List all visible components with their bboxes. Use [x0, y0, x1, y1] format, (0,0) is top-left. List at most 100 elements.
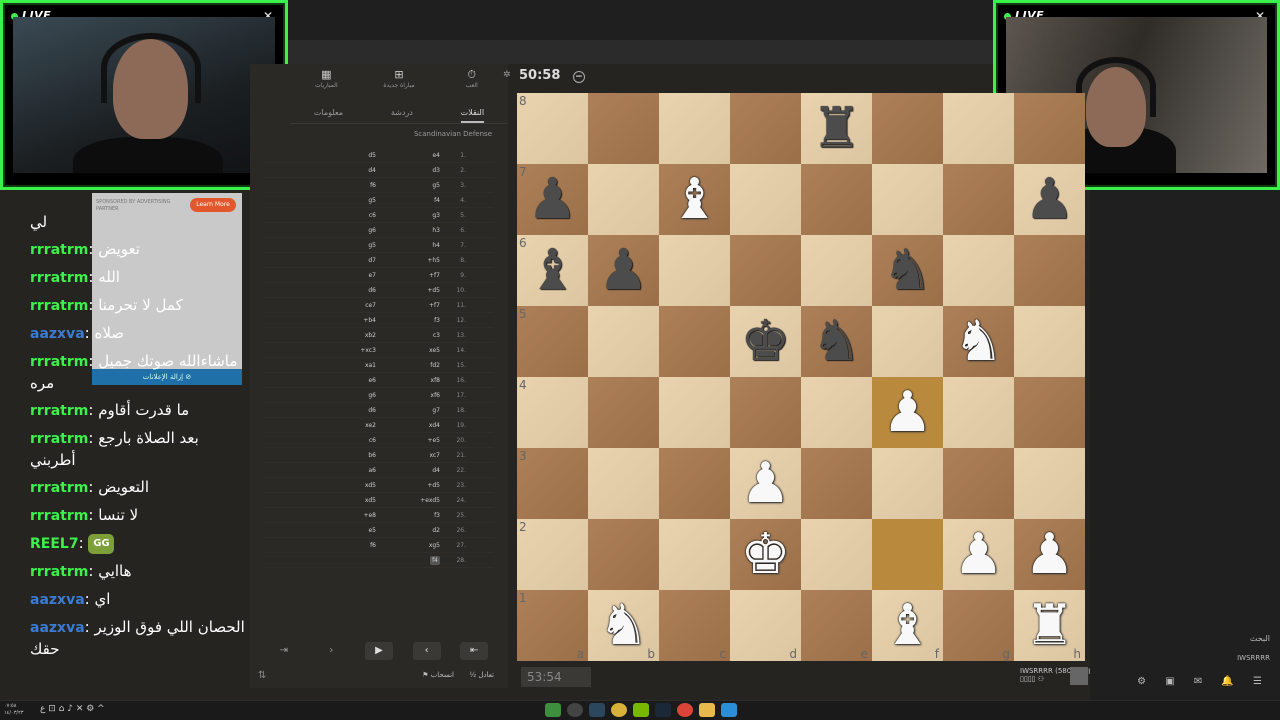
- white-move[interactable]: xg5: [380, 542, 444, 549]
- square-b3[interactable]: [588, 448, 659, 519]
- black-move[interactable]: ce7: [280, 302, 380, 309]
- last-move-button[interactable]: ⇥: [270, 642, 298, 660]
- chat-username[interactable]: aazxva: [30, 326, 85, 342]
- white-rook-icon[interactable]: ♜: [1024, 597, 1074, 654]
- square-c1[interactable]: c: [659, 590, 730, 661]
- white-bishop-icon[interactable]: ♝: [669, 171, 719, 228]
- chat-username[interactable]: rrratrm: [30, 242, 88, 258]
- white-move[interactable]: d3: [380, 167, 444, 174]
- square-h6[interactable]: [1014, 235, 1085, 306]
- toolbar-item[interactable]: ⏱ العب: [442, 68, 502, 100]
- square-e7[interactable]: [801, 164, 872, 235]
- square-a3[interactable]: 3: [517, 448, 588, 519]
- square-a6[interactable]: 6 ♝: [517, 235, 588, 306]
- square-e4[interactable]: [801, 377, 872, 448]
- square-g4[interactable]: [943, 377, 1014, 448]
- chat-username[interactable]: rrratrm: [30, 298, 88, 314]
- square-g1[interactable]: g: [943, 590, 1014, 661]
- black-move[interactable]: g5: [280, 242, 380, 249]
- square-f6[interactable]: ♞: [872, 235, 943, 306]
- white-move[interactable]: +f7: [380, 302, 444, 309]
- app-steam2-icon[interactable]: [655, 703, 671, 717]
- square-g2[interactable]: ♟: [943, 519, 1014, 590]
- square-f7[interactable]: [872, 164, 943, 235]
- chat-username[interactable]: rrratrm: [30, 403, 88, 419]
- remove-time-icon[interactable]: −: [572, 71, 585, 83]
- chat-username[interactable]: aazxva: [30, 620, 85, 636]
- toolbar-item[interactable]: ⊞ مباراة جديدة: [369, 68, 429, 100]
- square-d8[interactable]: [730, 93, 801, 164]
- app-play-icon[interactable]: [545, 703, 561, 717]
- black-move[interactable]: +e8: [280, 512, 380, 519]
- white-move[interactable]: f4: [380, 197, 444, 204]
- app-folder-icon[interactable]: [699, 703, 715, 717]
- black-knight-icon[interactable]: ♞: [811, 313, 861, 370]
- square-b7[interactable]: [588, 164, 659, 235]
- square-a2[interactable]: 2: [517, 519, 588, 590]
- white-king-icon[interactable]: ♚: [740, 526, 790, 583]
- white-move[interactable]: +f7: [380, 272, 444, 279]
- square-g7[interactable]: [943, 164, 1014, 235]
- white-pawn-icon[interactable]: ♟: [882, 384, 932, 441]
- white-move[interactable]: g3: [380, 212, 444, 219]
- square-f2[interactable]: [872, 519, 943, 590]
- white-knight-icon[interactable]: ♞: [953, 313, 1003, 370]
- app-nvidia-icon[interactable]: [633, 703, 649, 717]
- black-move[interactable]: e6: [280, 377, 380, 384]
- white-move[interactable]: +h5: [380, 257, 444, 264]
- settings-icon[interactable]: ✲: [503, 70, 511, 80]
- toolbar-item[interactable]: ▦ المباريات: [296, 68, 356, 100]
- app-steam-icon[interactable]: [589, 703, 605, 717]
- black-move[interactable]: b6: [280, 452, 380, 459]
- app-obs-icon[interactable]: [567, 703, 583, 717]
- white-move[interactable]: c3: [380, 332, 444, 339]
- white-move[interactable]: +d5: [380, 482, 444, 489]
- black-pawn-icon[interactable]: ♟: [527, 171, 577, 228]
- resign-button[interactable]: ⚑ انسحاب: [422, 671, 454, 679]
- white-move[interactable]: g5: [380, 182, 444, 189]
- chat-username[interactable]: rrratrm: [30, 508, 88, 524]
- app-chrome-icon[interactable]: [677, 703, 693, 717]
- black-move[interactable]: d7: [280, 257, 380, 264]
- square-d4[interactable]: [730, 377, 801, 448]
- square-c5[interactable]: [659, 306, 730, 377]
- black-move[interactable]: +b4: [280, 317, 380, 324]
- white-bishop-icon[interactable]: ♝: [882, 597, 932, 654]
- square-a1[interactable]: 1a: [517, 590, 588, 661]
- tab-2[interactable]: النقلات: [460, 102, 485, 123]
- offer-draw-button[interactable]: ½ تعادل: [469, 671, 494, 679]
- square-f3[interactable]: [872, 448, 943, 519]
- white-move[interactable]: xc7: [380, 452, 444, 459]
- white-move[interactable]: g7: [380, 407, 444, 414]
- sidebar-icons[interactable]: ⚙ ▣ ✉ 🔔 ☰: [1137, 676, 1270, 687]
- black-move[interactable]: +xc3: [280, 347, 380, 354]
- white-move[interactable]: f3: [380, 512, 444, 519]
- white-move[interactable]: d2: [380, 527, 444, 534]
- square-d2[interactable]: ♚: [730, 519, 801, 590]
- square-h4[interactable]: [1014, 377, 1085, 448]
- square-f5[interactable]: [872, 306, 943, 377]
- black-move[interactable]: d6: [280, 287, 380, 294]
- square-h1[interactable]: h ♜: [1014, 590, 1085, 661]
- chat-username[interactable]: rrratrm: [30, 270, 88, 286]
- black-move[interactable]: a6: [280, 467, 380, 474]
- chat-username[interactable]: rrratrm: [30, 564, 88, 580]
- square-e2[interactable]: [801, 519, 872, 590]
- white-pawn-icon[interactable]: ♟: [953, 526, 1003, 583]
- chat-username[interactable]: REEL7: [30, 536, 79, 552]
- square-a8[interactable]: 8: [517, 93, 588, 164]
- square-e3[interactable]: [801, 448, 872, 519]
- square-b2[interactable]: [588, 519, 659, 590]
- square-c8[interactable]: [659, 93, 730, 164]
- white-move[interactable]: e4: [380, 152, 444, 159]
- square-d6[interactable]: [730, 235, 801, 306]
- square-g5[interactable]: ♞: [943, 306, 1014, 377]
- search-label[interactable]: البحث: [1250, 634, 1270, 643]
- white-move[interactable]: xe5: [380, 347, 444, 354]
- black-move[interactable]: e7: [280, 272, 380, 279]
- black-move[interactable]: d5: [280, 152, 380, 159]
- black-move[interactable]: c6: [280, 212, 380, 219]
- square-a7[interactable]: 7 ♟: [517, 164, 588, 235]
- square-h5[interactable]: [1014, 306, 1085, 377]
- square-c3[interactable]: [659, 448, 730, 519]
